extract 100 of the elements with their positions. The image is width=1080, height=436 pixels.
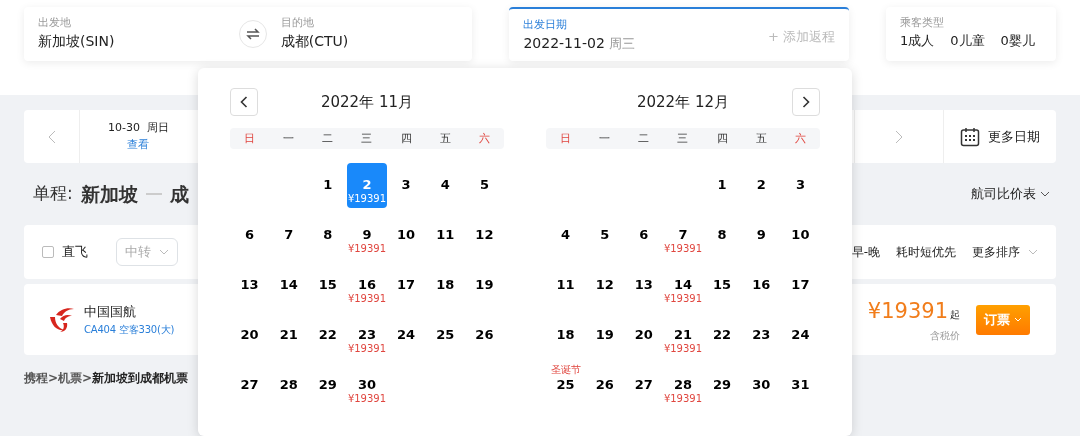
to-label: 目的地: [280, 15, 315, 30]
calendar-day[interactable]: 13: [229, 263, 270, 308]
chevron-left-icon: [47, 129, 56, 144]
breadcrumb-link[interactable]: 携程: [24, 369, 48, 387]
weekday-label: 日: [559, 131, 573, 147]
passenger-count: 0婴儿: [1000, 32, 1035, 50]
calendar-day[interactable]: 17: [780, 263, 821, 308]
calendar-day[interactable]: 16 ¥19391: [346, 263, 388, 308]
calendar-day[interactable]: 23 ¥19391: [346, 313, 388, 358]
calendar-day[interactable]: 15: [307, 263, 348, 308]
calendar-day[interactable]: 12: [464, 213, 505, 258]
calendar-day[interactable]: 26: [584, 363, 625, 408]
price-text: ¥19391: [867, 299, 948, 324]
calendar-day[interactable]: 11: [425, 213, 466, 258]
calendar-day[interactable]: 28 ¥19391: [662, 363, 704, 408]
calendar-day[interactable]: 14: [268, 263, 309, 308]
calendar-day[interactable]: 1: [702, 163, 743, 208]
calendar-day[interactable]: 2 ¥19391: [346, 163, 388, 208]
weekday-label: 二: [321, 131, 335, 147]
breadcrumb-link[interactable]: 机票: [58, 369, 83, 387]
calendar-day[interactable]: 23: [741, 313, 782, 358]
chevron-down-icon: [1014, 317, 1022, 322]
from-suffix: 起: [950, 309, 960, 321]
calendar-day[interactable]: 4: [545, 213, 586, 258]
flight-number-link[interactable]: CA404 空客330(大): [84, 321, 175, 337]
passenger-label: 乘客类型: [900, 15, 945, 30]
weekday-label: 五: [754, 131, 768, 147]
calendar-day[interactable]: 6: [229, 213, 270, 258]
more-dates-button[interactable]: 更多日期: [944, 126, 1056, 147]
calendar-day[interactable]: 16: [741, 263, 782, 308]
calendar-day[interactable]: 10: [780, 213, 821, 258]
direct-flight-checkbox[interactable]: 直飞: [42, 242, 88, 262]
calendar-day[interactable]: 6: [623, 213, 664, 258]
calendar-day[interactable]: 19: [464, 263, 505, 308]
date-option[interactable]: 10-30 周日 查看: [80, 120, 195, 153]
calendar-day[interactable]: 15: [702, 263, 743, 308]
from-field[interactable]: 新加坡(SIN): [38, 30, 225, 52]
calendar-day[interactable]: 3: [386, 163, 427, 208]
airline-compare-dropdown[interactable]: 航司比价表: [971, 184, 1050, 204]
calendar-day[interactable]: 22: [307, 313, 348, 358]
swap-button[interactable]: [238, 20, 267, 48]
sort-option[interactable]: 早-晚: [851, 243, 880, 261]
calendar-day[interactable]: 22: [702, 313, 743, 358]
calendar-day[interactable]: 7: [268, 213, 309, 258]
calendar-day[interactable]: 18: [545, 313, 586, 358]
calendar-day[interactable]: 24: [780, 313, 821, 358]
calendar-day[interactable]: 30: [741, 363, 782, 408]
calendar-day[interactable]: 24: [386, 313, 427, 358]
swap-icon: [245, 28, 260, 40]
chevron-down-icon: [159, 249, 169, 255]
prev-month-button[interactable]: [230, 88, 258, 116]
calendar-day[interactable]: 27: [623, 363, 664, 408]
calendar-day[interactable]: 圣诞节 25: [545, 363, 586, 408]
calendar-day[interactable]: 2: [741, 163, 782, 208]
breadcrumb-link[interactable]: >: [48, 369, 59, 387]
passenger-field[interactable]: 乘客类型 1成人 0儿童 0婴儿: [886, 7, 1056, 61]
airline-name: 中国国航: [84, 303, 137, 322]
calendar-day[interactable]: 20: [229, 313, 270, 358]
breadcrumb-link[interactable]: >: [82, 369, 93, 387]
calendar-day[interactable]: 7 ¥19391: [662, 213, 704, 258]
calendar-day[interactable]: 29: [702, 363, 743, 408]
calendar-day[interactable]: 14 ¥19391: [662, 263, 704, 308]
calendar-day[interactable]: 9 ¥19391: [346, 213, 388, 258]
calendar-day[interactable]: 20: [623, 313, 664, 358]
weekday-label: 二: [637, 131, 651, 147]
next-month-button[interactable]: [792, 88, 820, 116]
calendar-day[interactable]: 10: [386, 213, 427, 258]
calendar-day[interactable]: 31: [780, 363, 821, 408]
calendar-day[interactable]: 5: [464, 163, 505, 208]
calendar-day[interactable]: 21: [268, 313, 309, 358]
calendar-day[interactable]: 19: [584, 313, 625, 358]
calendar-day[interactable]: 28: [268, 363, 309, 408]
passenger-count: 0儿童: [950, 32, 985, 50]
calendar-day[interactable]: 18: [425, 263, 466, 308]
month-title: 2022年 11月: [320, 91, 414, 113]
sort-option[interactable]: 耗时短优先: [896, 243, 956, 261]
passenger-count: 1成人: [900, 32, 935, 50]
calendar-day[interactable]: 11: [545, 263, 586, 308]
calendar-day[interactable]: 17: [386, 263, 427, 308]
calendar-day[interactable]: 29: [307, 363, 348, 408]
calendar-day[interactable]: 12: [584, 263, 625, 308]
calendar-day[interactable]: 25: [425, 313, 466, 358]
weekday-label: 三: [676, 131, 690, 147]
calendar-day[interactable]: 9: [741, 213, 782, 258]
to-field[interactable]: 成都(CTU): [280, 30, 459, 52]
calendar-day[interactable]: 27: [229, 363, 270, 408]
calendar-day[interactable]: 1: [307, 163, 348, 208]
calendar-day[interactable]: 8: [702, 213, 743, 258]
calendar-day[interactable]: 4: [425, 163, 466, 208]
calendar-day[interactable]: 13: [623, 263, 664, 308]
calendar-day[interactable]: 5: [584, 213, 625, 258]
calendar-day[interactable]: 3: [780, 163, 821, 208]
calendar-day[interactable]: 30 ¥19391: [346, 363, 388, 408]
from-label: 出发地: [38, 15, 72, 30]
calendar-day[interactable]: 26: [464, 313, 505, 358]
calendar-day[interactable]: 8: [307, 213, 348, 258]
weekday-label: 日: [243, 131, 257, 147]
calendar-day[interactable]: 21 ¥19391: [662, 313, 704, 358]
more-sort-dropdown[interactable]: 更多排序: [972, 243, 1038, 261]
date-field[interactable]: 出发日期 2022-11-02 周三 + 添加返程: [509, 7, 849, 61]
